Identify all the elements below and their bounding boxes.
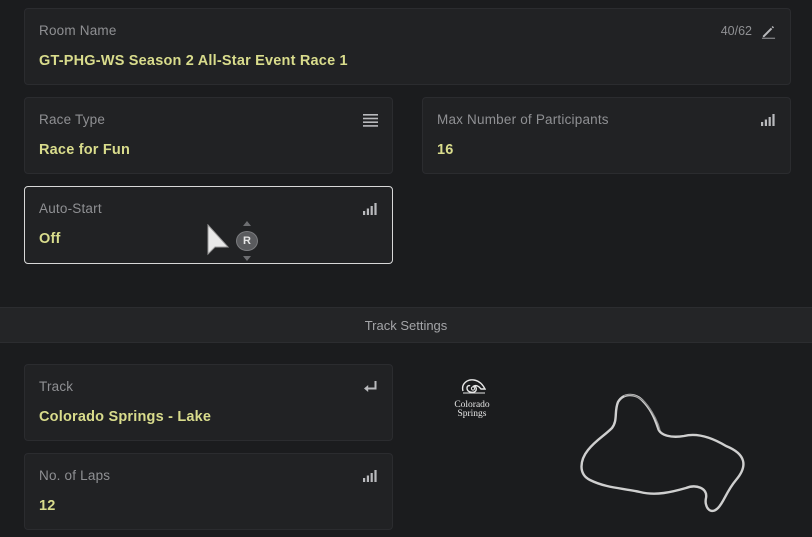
laps-label: No. of Laps bbox=[39, 468, 111, 483]
track-label: Track bbox=[39, 379, 74, 394]
track-map bbox=[576, 388, 752, 518]
race-type-panel[interactable]: Race Type Race for Fun bbox=[24, 97, 393, 174]
race-type-value: Race for Fun bbox=[39, 142, 131, 158]
track-settings-header: Track Settings bbox=[0, 307, 812, 343]
scroll-down-arrow-icon bbox=[243, 256, 251, 261]
max-participants-panel[interactable]: Max Number of Participants 16 bbox=[422, 97, 791, 174]
track-settings-title: Track Settings bbox=[364, 318, 448, 333]
signal-bars-icon bbox=[362, 468, 378, 484]
pointer-cursor-icon bbox=[206, 223, 232, 258]
auto-start-value: Off bbox=[39, 231, 61, 247]
auto-start-label: Auto-Start bbox=[39, 201, 102, 216]
return-icon bbox=[362, 379, 378, 395]
laps-panel[interactable]: No. of Laps 12 bbox=[24, 453, 393, 530]
pencil-icon[interactable] bbox=[760, 23, 776, 39]
room-name-label: Room Name bbox=[39, 23, 117, 38]
logo-text-line-2: Springs bbox=[457, 409, 487, 419]
max-participants-value: 16 bbox=[437, 142, 454, 158]
room-name-value: GT-PHG-WS Season 2 All-Star Event Race 1 bbox=[39, 53, 348, 69]
r-button-badge: R bbox=[236, 231, 258, 251]
track-panel[interactable]: Track Colorado Springs - Lake bbox=[24, 364, 393, 441]
track-value: Colorado Springs - Lake bbox=[39, 409, 212, 425]
scroll-up-arrow-icon bbox=[243, 221, 251, 226]
race-type-label: Race Type bbox=[39, 112, 106, 127]
signal-bars-icon bbox=[760, 112, 776, 128]
laps-value: 12 bbox=[39, 498, 56, 514]
ram-emblem-icon bbox=[461, 379, 487, 394]
room-name-char-counter: 40/62 bbox=[720, 24, 752, 38]
signal-bars-icon bbox=[362, 201, 378, 217]
list-icon bbox=[362, 112, 378, 128]
colorado-springs-logo: Colorado Springs bbox=[444, 376, 500, 426]
room-name-panel[interactable]: Room Name GT-PHG-WS Season 2 All-Star Ev… bbox=[24, 8, 791, 85]
max-participants-label: Max Number of Participants bbox=[437, 112, 609, 127]
